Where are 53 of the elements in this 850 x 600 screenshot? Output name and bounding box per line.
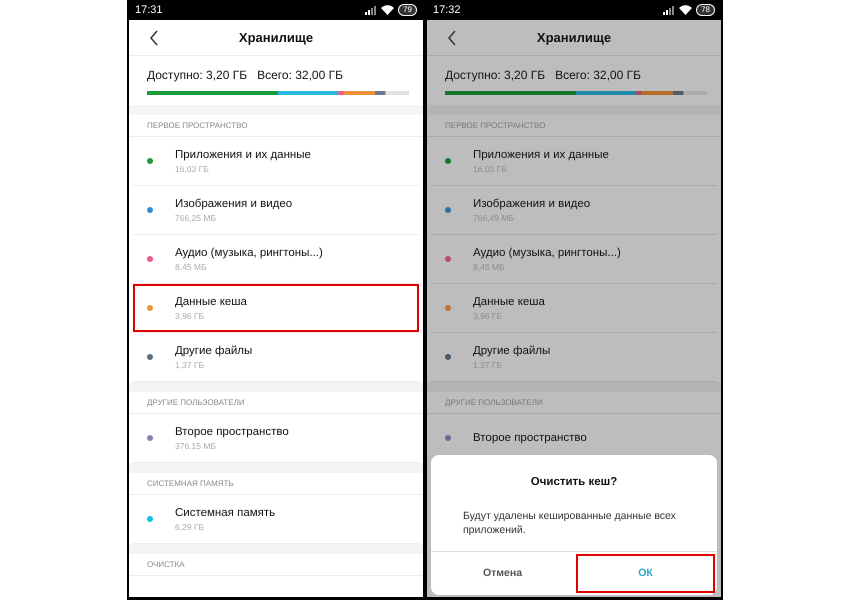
storage-category-item[interactable]: Изображения и видео 766,25 МБ (133, 186, 419, 234)
battery-indicator: 79 (398, 4, 417, 16)
category-size: 16,03 ГБ (175, 162, 210, 174)
dialog-title: Очистить кеш? (530, 476, 618, 488)
battery-indicator: 78 (696, 4, 715, 16)
category-title: Другие файлы (473, 344, 550, 358)
category-title: Другие файлы (175, 344, 252, 358)
back-icon[interactable] (447, 30, 457, 46)
section-header: ОЧИСТКА (147, 558, 185, 570)
category-title: Системная память (175, 506, 276, 520)
storage-category-item[interactable]: Второе пространство 376,15 МБ (133, 414, 419, 462)
category-size: 376,15 МБ (175, 440, 218, 452)
category-title: Приложения и их данные (175, 148, 311, 162)
screen-title: Хранилище (238, 28, 314, 47)
screen-title: Хранилище (536, 28, 612, 47)
category-size: 6,29 ГБ (175, 520, 206, 532)
section-header: ПЕРВОЕ ПРОСТРАНСТВО (445, 120, 546, 132)
back-icon[interactable] (149, 30, 159, 46)
storage-category-item[interactable]: Данные кеша 3,96 ГБ (133, 284, 419, 332)
category-title: Второе пространство (473, 430, 587, 446)
category-size: 1,37 ГБ (175, 358, 206, 370)
category-title: Аудио (музыка, рингтоны...) (175, 246, 323, 260)
section-header: ПЕРВОЕ ПРОСТРАНСТВО (147, 120, 248, 132)
storage-category-item[interactable]: Аудио (музыка, рингтоны...) 8,45 МБ (133, 235, 419, 283)
wifi-icon (679, 5, 692, 15)
storage-category-item[interactable]: Приложения и их данные 16,03 ГБ (133, 137, 419, 185)
category-size: 3,96 ГБ (175, 310, 206, 322)
signal-icon (365, 6, 378, 14)
storage-category-item[interactable]: Второе пространство (431, 414, 717, 462)
storage-category-item[interactable]: Другие файлы 1,37 ГБ (133, 333, 419, 381)
section-header: ДРУГИЕ ПОЛЬЗОВАТЕЛИ (147, 396, 245, 408)
category-title: Данные кеша (175, 294, 247, 310)
available-storage: Доступно: 3,20 ГБ (445, 67, 546, 84)
category-title: Изображения и видео (175, 196, 292, 212)
total-storage: Всего: 32,00 ГБ (257, 67, 343, 84)
category-size: 8,45 МБ (175, 260, 208, 272)
category-title: Приложения и их данные (473, 148, 609, 162)
category-title: Аудио (музыка, рингтоны...) (473, 246, 621, 260)
storage-category-item[interactable]: Системная память 6,29 ГБ (133, 495, 419, 543)
wifi-icon (381, 5, 394, 15)
category-size: 766,25 МБ (175, 212, 218, 224)
section-header: ДРУГИЕ ПОЛЬЗОВАТЕЛИ (445, 396, 543, 408)
category-title: Изображения и видео (473, 196, 590, 212)
available-storage: Доступно: 3,20 ГБ (147, 67, 248, 84)
status-time: 17:31 (135, 2, 163, 18)
category-title: Второе пространство (175, 424, 289, 440)
section-header: СИСТЕМНАЯ ПАМЯТЬ (147, 478, 234, 490)
dialog-message: Будут удалены кешированные данные всех приложений. (462, 509, 677, 537)
category-title: Данные кеша (473, 294, 545, 310)
status-time: 17:32 (433, 2, 461, 18)
total-storage: Всего: 32,00 ГБ (555, 67, 641, 84)
cancel-button[interactable]: Отмена (433, 554, 572, 593)
signal-icon (663, 6, 676, 14)
